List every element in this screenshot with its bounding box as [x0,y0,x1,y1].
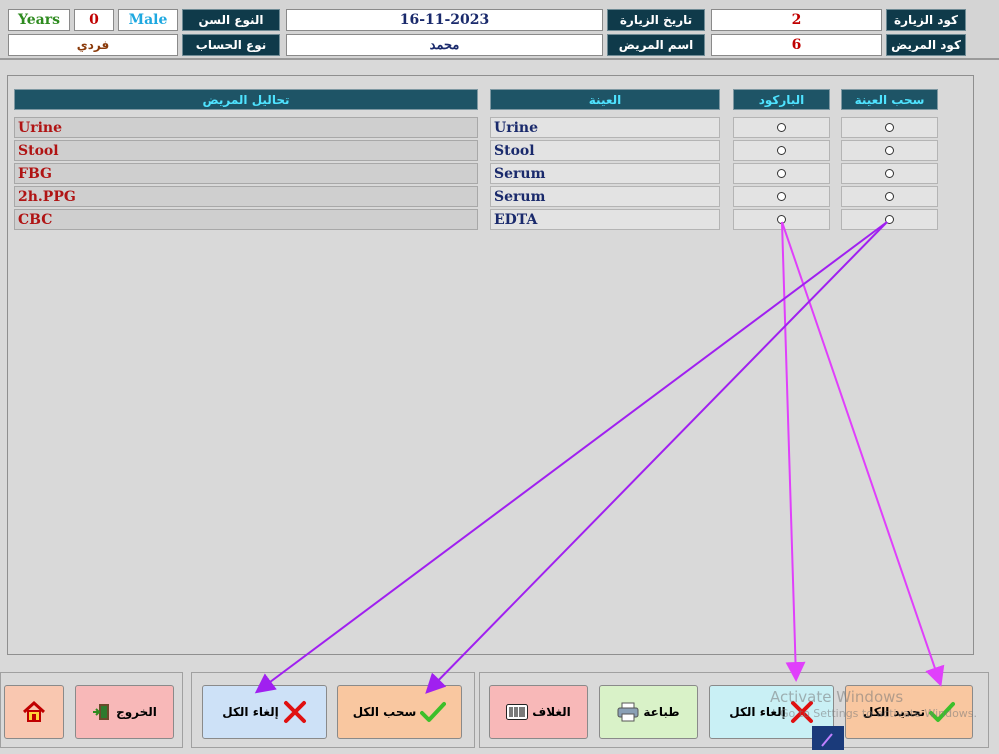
watermark-title: Activate Windows [770,688,904,706]
sample-cell: Serum [490,186,720,207]
radio-button[interactable] [885,215,894,224]
windows-activation-watermark: Activate Windows Go to Settings to activ… [770,688,990,720]
gender-field[interactable]: Male [118,9,178,31]
patient-header: كود الزيارة 2 تاريخ الزيارة 16-11-2023 ا… [0,0,999,60]
tests-column-header: تحاليل المريض [14,89,478,110]
barcode-radio[interactable] [733,117,830,138]
test-cell: Urine [14,117,478,138]
pull-sample-radio[interactable] [841,140,938,161]
barcode-icon [506,704,529,720]
pull-sample-radio[interactable] [841,117,938,138]
radio-button[interactable] [777,123,786,132]
pull-sample-column-header: سحب العينة [841,89,938,110]
cross-icon [283,700,307,724]
exit-door-icon [92,702,112,722]
home-icon [22,701,46,723]
visit-date-label: تاريخ الزيارة [607,9,705,31]
patient-name-field[interactable]: محمد [286,34,603,56]
sample-column-header: العينة [490,89,720,110]
envelope-button[interactable]: الغلاف [489,685,588,739]
test-cell: 2h.PPG [14,186,478,207]
account-type-label: نوع الحساب [182,34,280,56]
pull-sample-radio[interactable] [841,186,938,207]
radio-button[interactable] [777,192,786,201]
exit-button-label: الخروج [116,705,157,719]
patient-name-label: اسم المريض [607,34,705,56]
barcode-radio[interactable] [733,209,830,230]
barcode-radio[interactable] [733,186,830,207]
test-cell: FBG [14,163,478,184]
pen-icon[interactable] [812,726,844,750]
printer-icon [617,702,639,722]
cancel-all-pull-label: إلغاء الكل [222,705,279,719]
radio-button[interactable] [885,123,894,132]
pull-sample-radio[interactable] [841,209,938,230]
radio-button[interactable] [777,169,786,178]
envelope-label: الغلاف [532,705,571,719]
barcode-radio[interactable] [733,140,830,161]
radio-button[interactable] [885,146,894,155]
test-cell: CBC [14,209,478,230]
visit-date-field[interactable]: 16-11-2023 [286,9,603,31]
patient-code-field[interactable]: 6 [711,34,882,56]
exit-button[interactable]: الخروج [75,685,174,739]
barcode-radio[interactable] [733,163,830,184]
age-field[interactable]: 0 [74,9,114,31]
sample-cell: Stool [490,140,720,161]
watermark-subtitle: Go to Settings to activate Windows. [780,707,978,720]
radio-button[interactable] [777,215,786,224]
sample-cell: EDTA [490,209,720,230]
checkmark-icon [420,701,447,723]
pull-sample-radio[interactable] [841,163,938,184]
visit-code-label: كود الزيارة [886,9,966,31]
age-unit-field[interactable]: Years [8,9,70,31]
pull-all-label: سحب الكل [352,705,417,719]
sample-cell: Serum [490,163,720,184]
gender-age-label: النوع السن [182,9,280,31]
print-label: طباعة [643,705,680,719]
radio-button[interactable] [885,192,894,201]
tests-panel [7,75,974,655]
barcode-column-header: الباركود [733,89,830,110]
home-button[interactable] [4,685,64,739]
sample-cell: Urine [490,117,720,138]
print-button[interactable]: طباعة [599,685,698,739]
pull-all-button[interactable]: سحب الكل [337,685,462,739]
radio-button[interactable] [885,169,894,178]
patient-code-label: كود المريض [886,34,966,56]
test-cell: Stool [14,140,478,161]
visit-code-field[interactable]: 2 [711,9,882,31]
account-type-field[interactable]: فردي [8,34,178,56]
cancel-all-pull-button[interactable]: إلغاء الكل [202,685,327,739]
radio-button[interactable] [777,146,786,155]
